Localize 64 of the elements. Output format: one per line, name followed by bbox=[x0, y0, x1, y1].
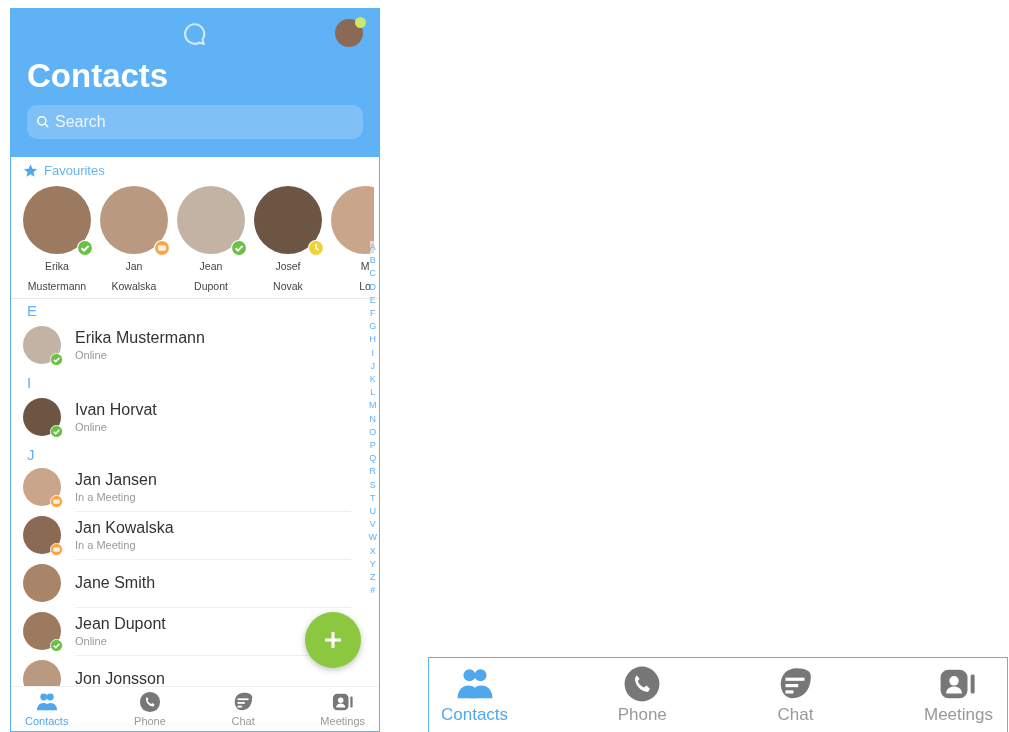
tab[interactable]: Chat bbox=[772, 658, 819, 732]
presence-dot-icon bbox=[355, 17, 366, 28]
add-button[interactable] bbox=[305, 612, 361, 668]
people-icon bbox=[35, 691, 58, 713]
contact-name: Ivan Horvat bbox=[75, 401, 157, 419]
contact-row[interactable]: Jan Jansen In a Meeting bbox=[11, 463, 363, 511]
favourite-first-name: M bbox=[360, 259, 370, 274]
status-badge-icon bbox=[308, 240, 324, 256]
contact-status: Online bbox=[75, 349, 107, 361]
section-letter: I bbox=[26, 373, 33, 391]
phone-icon bbox=[623, 665, 662, 703]
tab[interactable]: Chat bbox=[227, 687, 259, 731]
contact-name: Jan Kowalska bbox=[75, 518, 174, 537]
contact-status: In a Meeting bbox=[75, 538, 136, 551]
status-badge-icon bbox=[154, 240, 170, 256]
section-letter: J bbox=[26, 445, 36, 463]
plus-icon bbox=[323, 630, 343, 650]
contact-name: Jean Dupont bbox=[75, 614, 166, 633]
contact-status: In a Meeting bbox=[75, 490, 136, 503]
star-icon bbox=[23, 163, 38, 178]
page-title: Contacts bbox=[27, 57, 170, 95]
profile-avatar[interactable] bbox=[335, 19, 363, 47]
chat-bubble-icon bbox=[232, 691, 255, 713]
status-badge-icon bbox=[50, 639, 63, 652]
section-label: Favourites bbox=[44, 163, 105, 178]
chat-bubble-icon bbox=[182, 21, 208, 47]
favourite-first-name: Erika bbox=[45, 259, 69, 274]
contact-row[interactable]: Jan Kowalska In a Meeting bbox=[11, 511, 363, 559]
tab[interactable]: Contacts bbox=[21, 687, 73, 731]
phone-icon bbox=[138, 691, 161, 713]
search-icon bbox=[36, 115, 50, 129]
favourite-last-name: Novak bbox=[273, 279, 303, 294]
index-letter[interactable]: Q bbox=[369, 452, 377, 466]
status-badge-icon bbox=[231, 240, 247, 256]
contact-name: Jane Smith bbox=[75, 573, 156, 592]
tab[interactable]: Phone bbox=[130, 687, 170, 731]
favourite-last-name: Lo bbox=[359, 279, 371, 294]
contact-row[interactable]: Jane Smith bbox=[11, 559, 363, 607]
contact-status: Online bbox=[75, 421, 107, 433]
favourite-first-name: Jan bbox=[125, 259, 143, 274]
contact-name: Jan Jansen bbox=[75, 470, 157, 489]
tab[interactable]: Meetings bbox=[316, 687, 369, 731]
contact-name: Jon Jonsson bbox=[75, 669, 165, 686]
favourite-last-name: Mustermann bbox=[27, 279, 87, 294]
tab[interactable]: Meetings bbox=[920, 658, 997, 732]
favourite-last-name: Kowalska bbox=[111, 279, 157, 294]
favourite-last-name: Dupont bbox=[194, 279, 228, 294]
tab[interactable]: Contacts bbox=[437, 658, 513, 732]
avatar-photo-placeholder bbox=[23, 564, 61, 602]
status-badge-icon bbox=[50, 543, 63, 556]
status-badge-icon bbox=[50, 495, 63, 508]
status-badge-icon bbox=[77, 240, 93, 256]
contact-status: Online bbox=[75, 634, 107, 647]
contact-row[interactable]: Erika Mustermann Online bbox=[11, 319, 363, 371]
tab[interactable]: Phone bbox=[613, 658, 671, 732]
status-badge-icon bbox=[50, 425, 63, 438]
favourite-first-name: Josef bbox=[275, 259, 301, 274]
favourite-first-name: Jean bbox=[199, 259, 223, 274]
section-letter: E bbox=[26, 301, 38, 319]
contact-name: Erika Mustermann bbox=[75, 329, 205, 347]
index-letter[interactable]: A bbox=[369, 241, 376, 255]
status-badge-icon bbox=[50, 353, 63, 366]
contact-row[interactable]: Ivan Horvat Online bbox=[11, 391, 363, 443]
video-camera-icon bbox=[331, 691, 354, 713]
